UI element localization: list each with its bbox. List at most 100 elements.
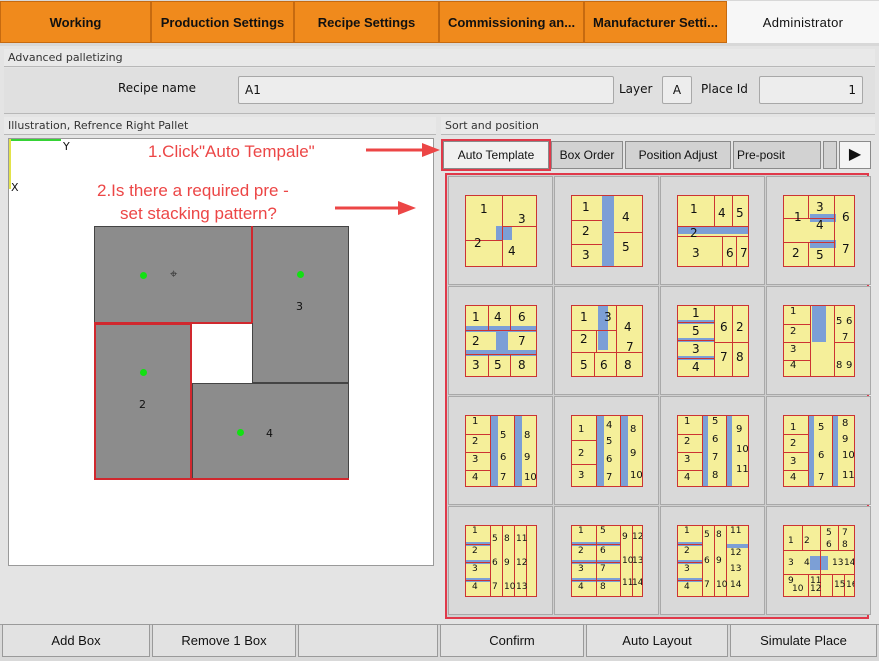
pattern-box-number: 13 [730, 564, 742, 574]
auto-template-highlight [441, 139, 551, 171]
pattern-divider [820, 550, 854, 551]
template-13[interactable]: 1 5 8 11 2 6 9 12 3 4 7 10 13 [448, 506, 553, 615]
pattern-box-number: 2 [736, 320, 744, 334]
pattern-divider [502, 526, 503, 596]
pattern-box-number: 3 [816, 200, 824, 214]
x-axis-label: X [11, 181, 19, 194]
pattern-divider [784, 242, 834, 243]
template-7[interactable]: 1 5 62 3 78 4 [660, 286, 765, 395]
pattern-divider [614, 232, 642, 233]
remove-box-button[interactable]: Remove 1 Box [152, 624, 296, 657]
pattern-divider [466, 240, 502, 241]
pattern-gap [810, 556, 828, 570]
pattern-box-number: 6 [518, 310, 526, 324]
place-id-label: Place Id [701, 82, 748, 96]
tab-administrator[interactable]: Administrator [727, 1, 879, 43]
pattern-gap [496, 330, 508, 354]
pattern-box-number: 1 [582, 200, 590, 214]
pattern-box-number: 2 [578, 448, 585, 459]
pattern-box-number: 8 [518, 358, 526, 372]
pattern-divider [466, 452, 490, 453]
template-16[interactable]: 12576834131491110121516 [766, 506, 871, 615]
pattern-box-number: 1 [472, 526, 478, 536]
template-12[interactable]: 1 5 8 2 9 6 3 10 4 7 11 [766, 396, 871, 505]
pattern-box-number: 7 [626, 340, 634, 354]
pattern-divider [678, 544, 702, 545]
pattern-divider [834, 196, 835, 266]
pattern-divider [702, 416, 703, 486]
layer-label: Layer [619, 82, 653, 96]
pattern-box-number: 3 [692, 342, 700, 356]
stacking-pattern-icon: 1 56 2 7 3 4 89 [783, 305, 855, 377]
empty-button[interactable] [298, 624, 438, 657]
pattern-box-number: 9 [504, 558, 510, 568]
template-3[interactable]: 1 45 2 3 67 [660, 176, 765, 285]
template-9[interactable]: 1 5 8 2 6 9 3 4 7 10 [448, 396, 553, 505]
stacking-pattern-icon: 1 5 8 11 2 12 6 9 3 13 4 7 10 14 [677, 525, 749, 597]
template-2[interactable]: 1 4 2 3 5 [554, 176, 659, 285]
pattern-divider [510, 306, 511, 330]
pattern-gap [596, 416, 604, 486]
tab-production-settings[interactable]: Production Settings [151, 1, 294, 43]
pattern-box-number: 4 [508, 244, 516, 258]
template-14[interactable]: 1 5 9 12 2 6 10 13 3 7 4 8 11 14 [554, 506, 659, 615]
pattern-divider [784, 360, 810, 361]
pattern-box-number: 6 [842, 210, 850, 224]
pattern-box-number: 6 [600, 546, 606, 556]
pattern-box-number: 10 [524, 472, 537, 483]
auto-layout-button[interactable]: Auto Layout [586, 624, 728, 657]
recipe-name-label: Recipe name [118, 81, 196, 95]
pattern-divider [714, 342, 748, 343]
template-1[interactable]: 1 3 2 4 [448, 176, 553, 285]
template-10[interactable]: 1 4 8 5 2 9 6 3 7 10 [554, 396, 659, 505]
pattern-divider [678, 340, 714, 341]
template-6[interactable]: 1 34 2 7 56 8 [554, 286, 659, 395]
pattern-divider [572, 244, 602, 245]
tab-commissioning[interactable]: Commissioning an... [439, 1, 584, 43]
pattern-box-number: 11 [516, 534, 528, 544]
pattern-box-number: 8 [600, 582, 606, 592]
pattern-divider [784, 218, 834, 219]
layer-field[interactable]: A [662, 76, 692, 104]
pattern-box-number: 7 [818, 472, 825, 483]
illustration-title: Illustration, Refrence Right Pallet [4, 117, 436, 135]
pattern-box-number: 5 [816, 248, 824, 262]
pattern-box-number: 7 [740, 246, 748, 260]
pattern-box-number: 2 [684, 436, 691, 447]
pattern-box-number: 4 [684, 582, 690, 592]
next-tab-button[interactable]: ▶ [839, 141, 871, 169]
tab-working[interactable]: Working [0, 1, 151, 43]
template-4[interactable]: 13 6 4 2 5 7 [766, 176, 871, 285]
pattern-divider [678, 236, 748, 237]
pattern-box-number: 4 [578, 582, 584, 592]
pattern-box-number: 8 [630, 424, 637, 435]
pattern-divider [678, 452, 702, 453]
pattern-divider [784, 342, 810, 343]
recipe-name-field[interactable]: A1 [238, 76, 614, 104]
template-11[interactable]: 1 5 9 2 6 10 3 7 4 8 11 [660, 396, 765, 505]
simulate-place-button[interactable]: Simulate Place [730, 624, 877, 657]
pattern-divider [616, 352, 617, 376]
pattern-divider [784, 470, 808, 471]
tab-box-order[interactable]: Box Order [551, 141, 623, 169]
tab-manufacturer-settings[interactable]: Manufacturer Setti... [584, 1, 727, 43]
template-5[interactable]: 14 6 2 7 35 8 [448, 286, 553, 395]
pattern-box-number: 8 [624, 358, 632, 372]
tab-position-adjust[interactable]: Position Adjust [625, 141, 731, 169]
pattern-box-number: 8 [716, 530, 722, 540]
add-box-button[interactable]: Add Box [2, 624, 150, 657]
template-15[interactable]: 1 5 8 11 2 12 6 9 3 13 4 7 10 14 [660, 506, 765, 615]
tab-hidden[interactable] [823, 141, 837, 169]
confirm-button[interactable]: Confirm [440, 624, 584, 657]
pattern-box-number: 5 [712, 416, 719, 427]
pattern-divider [678, 562, 702, 563]
pattern-divider [466, 562, 490, 563]
tab-recipe-settings[interactable]: Recipe Settings [294, 1, 439, 43]
tab-pre-position[interactable]: Pre-posit [733, 141, 821, 169]
pattern-box-number: 2 [804, 536, 810, 546]
pattern-box-number: 4 [816, 218, 824, 232]
template-8[interactable]: 1 56 2 7 3 4 89 [766, 286, 871, 395]
pattern-box-number: 5 [704, 530, 710, 540]
place-id-field[interactable]: 1 [759, 76, 863, 104]
pattern-box-number: 12 [516, 558, 528, 568]
